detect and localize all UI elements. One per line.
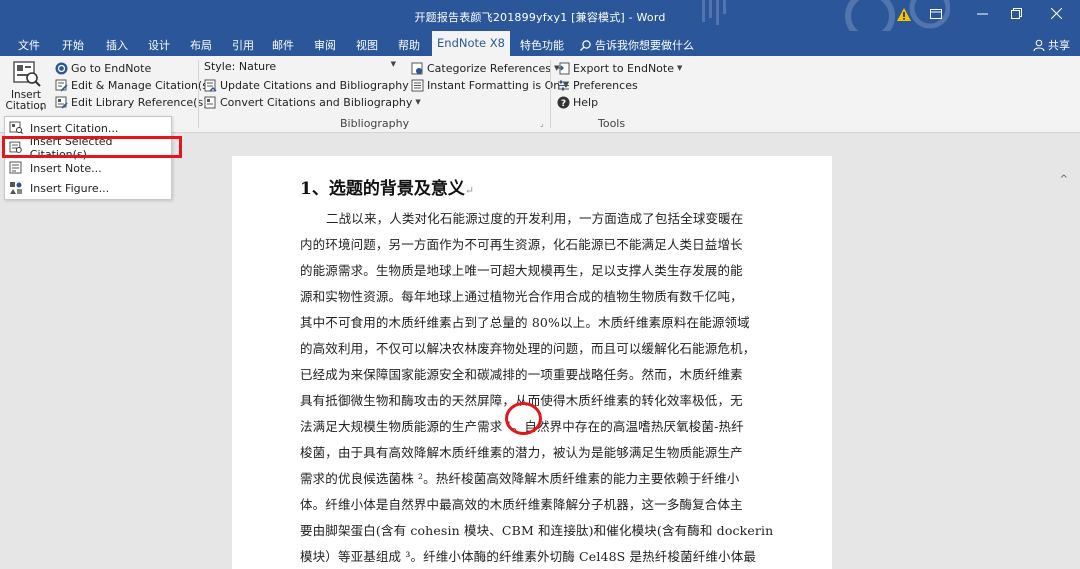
instant-formatting-label: Instant Formatting is On — [427, 78, 561, 92]
categorize-references-button[interactable]: Categorize References ▼ — [411, 60, 559, 76]
tab-review[interactable]: 审阅 — [314, 37, 336, 53]
tab-help[interactable]: 帮助 — [398, 37, 420, 53]
tab-references[interactable]: 引用 — [232, 37, 254, 53]
close-icon[interactable] — [1036, 0, 1076, 31]
update-citations-button[interactable]: Update Citations and Bibliography — [204, 77, 409, 93]
chevron-down-icon: ▾ — [40, 105, 44, 113]
go-to-endnote-button[interactable]: Go to EndNote — [55, 60, 151, 76]
insert-figure-icon — [10, 182, 22, 194]
edit-manage-citations-button[interactable]: Edit & Manage Citation(s) — [55, 77, 212, 93]
insert-citation-menu: Insert Citation... Insert Selected Citat… — [4, 116, 172, 200]
insert-citation-icon — [13, 61, 41, 87]
edit-library-icon — [55, 96, 68, 109]
chevron-down-icon: ▼ — [390, 60, 396, 68]
body-line: 其中不可食用的木质纤维素占到了总量的 80%以上。木质纤维素原料在能源领域 — [300, 315, 750, 330]
update-citations-label: Update Citations and Bibliography — [220, 78, 409, 92]
body-line: 的能源需求。生物质是地球上唯一可超大规模再生，足以支撑人类生存发展的能 — [300, 263, 743, 278]
insert-citation-button[interactable]: Insert Citation ▾ — [4, 58, 48, 116]
menu-item-label: Insert Note... — [30, 161, 102, 175]
title-bar: 开题报告表颜飞201899yfxy1 [兼容模式] - Word — [0, 0, 1080, 31]
edit-manage-citations-label: Edit & Manage Citation(s) — [71, 78, 213, 92]
edit-library-reference-button[interactable]: Edit Library Reference(s) — [55, 94, 207, 110]
tab-home[interactable]: 开始 — [62, 37, 84, 53]
svg-text:?: ? — [561, 99, 566, 109]
warning-icon[interactable] — [896, 7, 912, 22]
tab-layout[interactable]: 布局 — [190, 37, 212, 53]
endnote-logo-icon — [55, 62, 68, 74]
help-button[interactable]: ? Help — [557, 94, 598, 110]
person-icon — [1033, 39, 1045, 51]
export-to-endnote-label: Export to EndNote — [573, 61, 674, 75]
menu-item-label: Insert Figure... — [30, 181, 110, 195]
tools-group-label: Tools — [598, 117, 626, 130]
tell-me-search[interactable]: 告诉我你想要做什么 — [580, 37, 694, 53]
style-dropdown[interactable]: Style: Nature ▼ — [204, 60, 398, 74]
preferences-label: Preferences — [573, 78, 638, 92]
go-to-endnote-label: Go to EndNote — [71, 61, 152, 75]
convert-citations-button[interactable]: Convert Citations and Bibliography ▼ — [204, 94, 421, 110]
menu-item-insert-note[interactable]: Insert Note... — [5, 158, 171, 178]
tab-file[interactable]: 文件 — [18, 37, 40, 53]
edit-citation-icon — [55, 79, 68, 92]
preferences-button[interactable]: Preferences — [557, 77, 638, 93]
group-separator — [550, 60, 551, 128]
chevron-down-icon: ▼ — [415, 98, 421, 106]
body-line: 已经成为来保障国家能源安全和碳减排的一项重要战略任务。然而，木质纤维素 — [300, 367, 743, 382]
body-line: 内的环境问题，另一方面作为不可再生资源，化石能源已不能满足人类日益增长 — [300, 237, 743, 252]
body-line: 要由脚架蛋白(含有 cohesin 模块、CBM 和连接肽)和催化模块(含有酶和… — [300, 523, 774, 538]
body-line: 模块）等亚基组成 ³。纤维小体酶的纤维素外切酶 Cel48S 是热纤梭菌纤维小体… — [300, 549, 757, 564]
tab-mailings[interactable]: 邮件 — [272, 37, 294, 53]
body-line: 体。纤维小体是自然界中最高效的木质纤维素降解分子机器，这一多酶复合体主 — [300, 497, 743, 512]
insert-citation-icon — [9, 121, 23, 134]
restore-icon[interactable] — [996, 0, 1036, 31]
categorize-icon — [411, 62, 423, 74]
body-line: 源和实物性资源。每年地球上通过植物光合作用合成的植物生物质有数千亿吨， — [300, 289, 743, 304]
document-page[interactable]: 1、选题的背景及意义↵ 二战以来，人类对化石能源过度的开发利用，一方面造成了包括… — [232, 156, 832, 569]
citation-highlight-circle — [505, 402, 542, 435]
dialog-launcher-icon[interactable]: ⌟ — [540, 119, 544, 128]
body-line: 梭菌，由于具有高效降解木质纤维素的潜力，被认为是能够满足生物质能源生产 — [300, 445, 743, 460]
share-button[interactable]: 共享 — [1033, 37, 1070, 53]
ribbon-display-icon[interactable] — [916, 0, 956, 31]
collapse-ribbon-icon[interactable]: ^ — [1060, 174, 1068, 185]
update-icon — [204, 79, 217, 91]
search-icon — [580, 39, 591, 51]
body-line: 的高效利用，不仅可以解决农林废弃物处理的问题，而且可以缓解化石能源危机， — [300, 341, 756, 356]
group-separator — [198, 60, 199, 128]
export-to-endnote-button[interactable]: Export to EndNote ▼ — [557, 60, 682, 76]
instant-formatting-icon — [411, 79, 424, 91]
help-label: Help — [573, 95, 599, 109]
menu-item-insert-figure[interactable]: Insert Figure... — [5, 178, 171, 198]
tell-me-text: 告诉我你想要做什么 — [595, 39, 694, 52]
highlight-box — [2, 136, 182, 158]
bibliography-group-label: Bibliography — [340, 117, 410, 130]
categorize-references-label: Categorize References — [427, 61, 551, 75]
tab-design[interactable]: 设计 — [148, 37, 170, 53]
convert-icon — [204, 96, 216, 108]
ribbon-tab-bar: 文件 开始 插入 设计 布局 引用 邮件 审阅 视图 帮助 特色功能 告诉我你想… — [0, 31, 1080, 56]
instant-formatting-button[interactable]: Instant Formatting is On ▼ — [411, 77, 569, 93]
tab-view[interactable]: 视图 — [356, 37, 378, 53]
convert-citations-label: Convert Citations and Bibliography — [220, 95, 413, 109]
menu-item-label: Insert Citation... — [30, 121, 119, 135]
chevron-down-icon: ▼ — [677, 64, 683, 72]
tab-special-features[interactable]: 特色功能 — [520, 37, 564, 53]
section-heading: 1、选题的背景及意义↵ — [300, 174, 474, 199]
tab-insert[interactable]: 插入 — [106, 37, 128, 53]
export-icon — [558, 62, 570, 74]
preferences-icon — [558, 80, 569, 90]
body-line: 二战以来，人类对化石能源过度的开发利用，一方面造成了包括全球变暖在 — [326, 211, 744, 226]
tab-endnote[interactable]: EndNote X8 — [432, 31, 510, 56]
body-line: 需求的优良候选菌株 ²。热纤梭菌高效降解木质纤维素的能力主要依赖于纤维小 — [300, 471, 740, 486]
paragraph-mark-icon: ↵ — [464, 184, 475, 197]
style-label: Style: — [204, 60, 236, 73]
heading-text: 1、选题的背景及意义 — [300, 179, 465, 199]
share-label: 共享 — [1048, 39, 1070, 52]
help-icon: ? — [557, 96, 570, 109]
insert-note-icon — [9, 161, 22, 174]
edit-library-reference-label: Edit Library Reference(s) — [71, 95, 208, 109]
style-value: Nature — [238, 60, 277, 73]
